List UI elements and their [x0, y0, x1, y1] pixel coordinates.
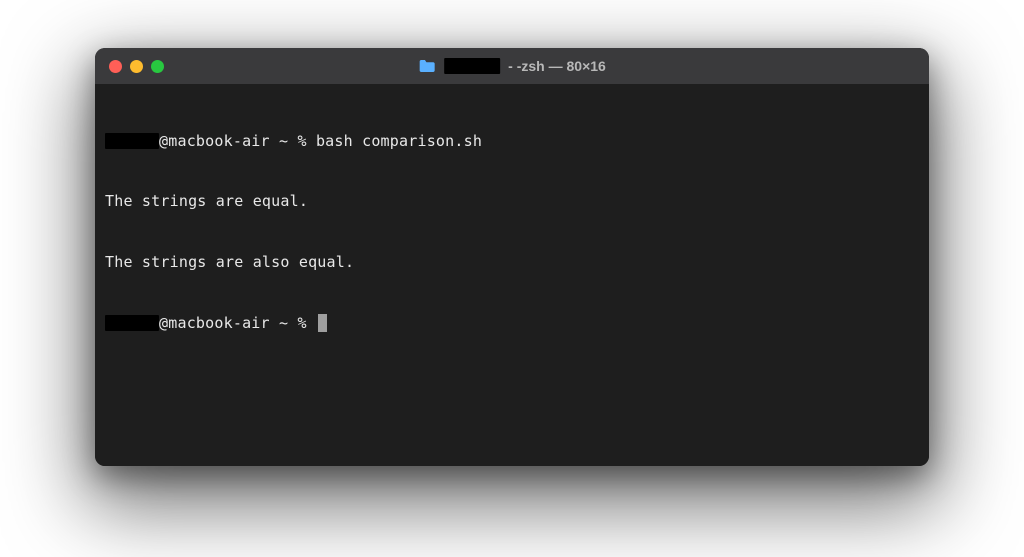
window-titlebar[interactable]: - -zsh — 80×16: [95, 48, 929, 84]
redacted-username: [105, 133, 159, 149]
window-title-text: - -zsh — 80×16: [508, 58, 606, 74]
terminal-line: The strings are equal.: [105, 191, 919, 211]
maximize-button[interactable]: [151, 60, 164, 73]
redacted-username-title: [444, 58, 500, 74]
terminal-line: @macbook-air ~ %: [105, 313, 919, 333]
prompt-text: @macbook-air ~ %: [159, 313, 316, 333]
minimize-button[interactable]: [130, 60, 143, 73]
terminal-window: - -zsh — 80×16 @macbook-air ~ % bash com…: [95, 48, 929, 466]
folder-icon: [418, 58, 436, 74]
traffic-lights: [109, 60, 164, 73]
terminal-content[interactable]: @macbook-air ~ % bash comparison.sh The …: [95, 84, 929, 466]
cursor: [318, 314, 327, 332]
terminal-line: @macbook-air ~ % bash comparison.sh: [105, 131, 919, 151]
terminal-line: The strings are also equal.: [105, 252, 919, 272]
close-button[interactable]: [109, 60, 122, 73]
output-text: The strings are equal.: [105, 191, 308, 211]
prompt-text: @macbook-air ~ %: [159, 131, 316, 151]
output-text: The strings are also equal.: [105, 252, 354, 272]
window-title: - -zsh — 80×16: [418, 58, 606, 74]
redacted-username: [105, 315, 159, 331]
command-text: bash comparison.sh: [316, 131, 482, 151]
